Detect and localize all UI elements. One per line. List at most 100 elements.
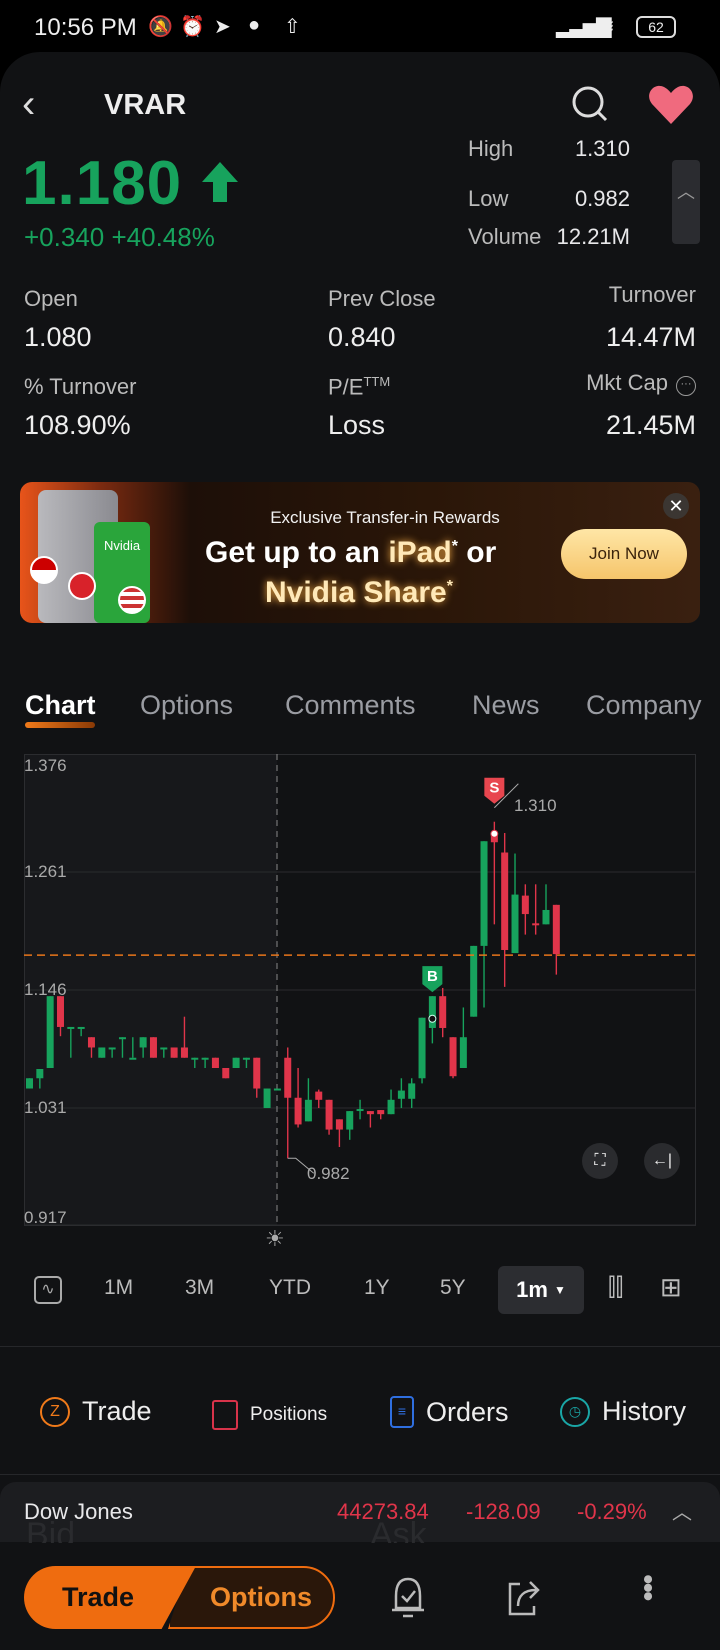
- candle-body: [552, 904, 560, 955]
- candle: [170, 1047, 178, 1058]
- candle-body: [387, 1099, 395, 1115]
- chevron-up-icon[interactable]: ︿: [672, 1496, 692, 1525]
- range-5y[interactable]: 5Y: [440, 1276, 466, 1300]
- range-ytd[interactable]: YTD: [269, 1276, 311, 1300]
- search-icon[interactable]: [570, 84, 610, 124]
- candle-body: [108, 1047, 116, 1050]
- y-tick-label: 0.917: [24, 1208, 67, 1227]
- interval-value: 1m: [516, 1277, 548, 1302]
- candle: [315, 1089, 323, 1109]
- candle-body: [46, 996, 54, 1068]
- action-positions[interactable]: Positions: [212, 1400, 327, 1430]
- scroll-to-latest-button[interactable]: ←|: [644, 1143, 680, 1179]
- range-3m[interactable]: 3M: [185, 1276, 214, 1300]
- candle-body: [67, 1026, 75, 1029]
- candle-body: [26, 1078, 33, 1089]
- candle-body: [170, 1047, 178, 1058]
- candle-body: [439, 996, 447, 1028]
- candle: [418, 1017, 426, 1084]
- candle: [346, 1111, 354, 1140]
- fullscreen-button[interactable]: ⛶: [582, 1143, 618, 1179]
- interval-dropdown[interactable]: 1m ▼: [498, 1266, 584, 1314]
- sell-point: [490, 829, 499, 838]
- tab-comments[interactable]: Comments: [285, 690, 416, 721]
- candle-body: [511, 894, 519, 954]
- candle: [304, 1078, 312, 1122]
- index-ticker-bar[interactable]: Bid Ask Dow Jones 44273.84 -128.09 -0.29…: [0, 1482, 720, 1554]
- candle-body: [139, 1037, 147, 1048]
- candle-body: [284, 1057, 292, 1098]
- range-1m-month[interactable]: 1M: [104, 1276, 133, 1300]
- candle: [521, 884, 529, 935]
- candle: [222, 1068, 230, 1079]
- orders-clipboard-icon: ≡: [390, 1396, 414, 1428]
- tab-chart[interactable]: Chart: [25, 690, 96, 721]
- range-1y[interactable]: 1Y: [364, 1276, 390, 1300]
- candle: [325, 1099, 333, 1135]
- candlestick-type-icon[interactable]: ⫿⫿: [608, 1274, 623, 1302]
- more-info-icon[interactable]: ···: [676, 376, 696, 396]
- battery-icon: 62: [636, 16, 676, 38]
- action-label: Orders: [426, 1396, 509, 1427]
- candle-body: [315, 1091, 323, 1100]
- headline-ipad: iPad: [388, 536, 452, 569]
- index-change: -128.09: [466, 1499, 541, 1524]
- candle-body: [356, 1109, 364, 1112]
- stat-value-open: 1.080: [24, 322, 92, 352]
- candle-body: [397, 1090, 405, 1099]
- status-bar: 10:56 PM 🔕 ⏰ ➤ ● ⇧ ▂▃▅▇ ≋ 62: [0, 0, 720, 52]
- candle: [335, 1119, 343, 1148]
- close-banner-icon[interactable]: ✕: [663, 493, 689, 519]
- candle: [26, 1078, 33, 1089]
- candle-body: [36, 1069, 44, 1079]
- candle: [387, 1089, 395, 1115]
- candle: [532, 884, 540, 935]
- collapse-stats-button[interactable]: ︿: [672, 160, 700, 244]
- tab-company[interactable]: Company: [586, 690, 702, 721]
- candle-body: [180, 1047, 188, 1058]
- candle: [273, 1088, 281, 1091]
- stat-label-prev-close: Prev Close: [328, 286, 436, 311]
- stat-label-open: Open: [24, 286, 78, 311]
- share-icon[interactable]: [504, 1576, 544, 1620]
- pe-label: P/E: [328, 374, 364, 400]
- candle-body: [232, 1057, 240, 1068]
- candle: [470, 945, 478, 1017]
- candle-body: [408, 1083, 416, 1099]
- status-time: 10:56 PM: [34, 14, 137, 41]
- banner-subtitle: Exclusive Transfer-in Rewards: [270, 508, 500, 527]
- candle-body: [118, 1037, 126, 1040]
- action-history[interactable]: ◷ History: [560, 1396, 686, 1427]
- last-price: 1.180: [22, 149, 183, 218]
- join-now-button[interactable]: Join Now: [561, 529, 687, 579]
- candle-body: [335, 1119, 343, 1130]
- grid-indicators-icon[interactable]: ⊞: [660, 1272, 682, 1303]
- back-icon[interactable]: ‹: [22, 84, 35, 124]
- candle: [511, 853, 519, 954]
- more-options-icon[interactable]: •••: [630, 1574, 664, 1600]
- options-button[interactable]: Options: [168, 1566, 335, 1629]
- candle-body: [98, 1047, 106, 1058]
- candle-body: [294, 1097, 302, 1125]
- candle-body: [211, 1057, 219, 1068]
- action-trade[interactable]: Z Trade: [40, 1396, 152, 1427]
- tab-news[interactable]: News: [472, 690, 540, 721]
- y-tick-label: 1.031: [24, 1098, 67, 1117]
- action-orders[interactable]: ≡ Orders: [390, 1396, 509, 1428]
- stat-label-high: High: [468, 140, 514, 161]
- price-up-arrow-icon: [202, 162, 238, 202]
- candle-body: [191, 1057, 199, 1060]
- candle: [408, 1078, 416, 1109]
- favorite-heart-icon[interactable]: [648, 84, 694, 126]
- promo-banner[interactable]: Nvidia Exclusive Transfer-in Rewards Get…: [20, 482, 700, 623]
- candle-body: [149, 1037, 157, 1058]
- price-alert-bell-icon[interactable]: [388, 1576, 428, 1620]
- banner-headline-1: Get up to an iPad* or: [205, 536, 496, 570]
- line-chart-toggle-icon[interactable]: ∿: [34, 1276, 62, 1304]
- candle-body: [253, 1057, 261, 1089]
- us-flag-icon: [118, 586, 146, 614]
- candle: [459, 1007, 467, 1068]
- stat-value-low: 0.982: [574, 186, 630, 211]
- tab-options[interactable]: Options: [140, 690, 233, 721]
- banner-headline-2: Nvidia Share*: [265, 576, 453, 610]
